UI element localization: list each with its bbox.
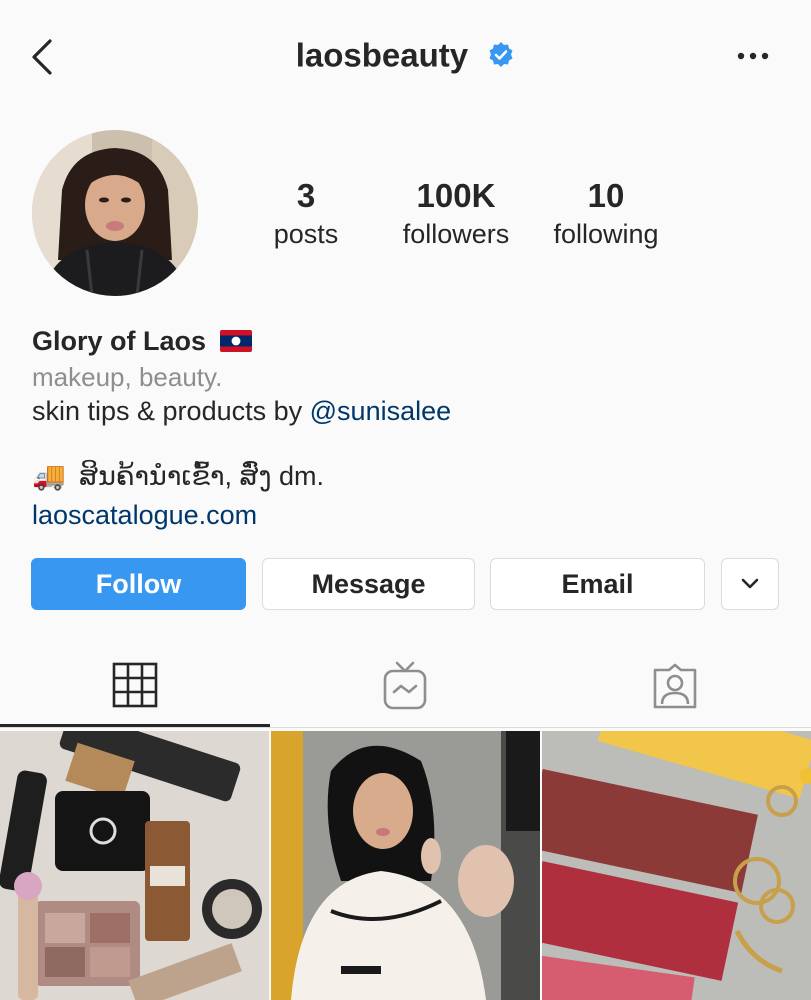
followers-label: followers (402, 219, 510, 249)
profile-name: Glory of Laos (32, 326, 252, 357)
stat-following[interactable]: 10 following (531, 176, 681, 252)
top-bar: laosbeauty (0, 0, 811, 115)
profile-avatar[interactable] (32, 130, 198, 296)
tabs-divider (0, 727, 811, 728)
post-thumbnail-2[interactable] (271, 731, 540, 1000)
following-count: 10 (587, 177, 625, 214)
email-button[interactable]: Email (490, 558, 705, 610)
profile-tabs (0, 645, 811, 727)
tab-tagged[interactable] (540, 645, 810, 727)
tagged-icon (653, 663, 697, 709)
website-link[interactable]: laoscatalogue.com (32, 500, 257, 531)
chevron-down-icon (741, 578, 759, 589)
post-thumbnail-3[interactable] (542, 731, 811, 1000)
more-horizontal-icon (737, 52, 769, 60)
followers-count: 100K (416, 177, 496, 214)
mention-link[interactable]: @sunisalee (310, 396, 452, 426)
bio-text: skin tips & products by (32, 396, 303, 426)
stat-followers[interactable]: 100K followers (381, 176, 531, 252)
follow-button[interactable]: Follow (31, 558, 246, 610)
stat-posts[interactable]: 3 posts (231, 176, 381, 252)
message-button[interactable]: Message (262, 558, 475, 610)
suggested-dropdown-button[interactable] (721, 558, 779, 610)
username-title: laosbeauty (295, 36, 469, 74)
profile-header: laosbeauty (0, 34, 811, 74)
following-label: following (553, 219, 659, 249)
igtv-icon (383, 661, 427, 710)
profile-category: makeup, beauty. (32, 362, 223, 392)
bio-text-2: ສິນຄ້ານໍາເຂົ້າ, ສົ່ງ dm. (79, 461, 325, 491)
profile-name-text: Glory of Laos (32, 326, 207, 356)
verified-badge-icon (487, 39, 515, 68)
grid-icon (112, 662, 158, 707)
posts-count: 3 (296, 177, 316, 214)
posts-label: posts (273, 219, 339, 249)
tab-posts-grid[interactable] (0, 645, 270, 727)
more-options-button[interactable] (735, 42, 775, 70)
bio-line-2: 🚚 ສິນຄ້ານໍາເຂົ້າ, ສົ່ງ dm. (32, 460, 324, 492)
laos-flag-icon (219, 329, 252, 352)
post-thumbnail-1[interactable] (0, 731, 269, 1000)
tab-igtv[interactable] (270, 645, 540, 727)
truck-icon: 🚚 (32, 461, 66, 491)
bio-line: skin tips & products by @sunisalee (32, 396, 451, 427)
